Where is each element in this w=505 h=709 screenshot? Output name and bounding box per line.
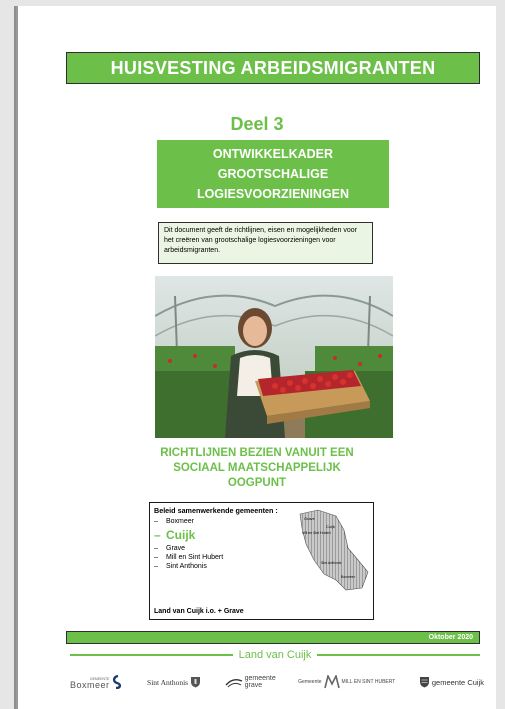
- sint-anthonis-logo: Sint Anthonis: [147, 676, 201, 688]
- municipalities-box: Beleid samenwerkende gemeenten : – Boxmee…: [149, 502, 374, 620]
- grave-emblem-icon: [225, 678, 242, 688]
- document-page: HUISVESTING ARBEIDSMIGRANTEN Deel 3 ONTW…: [18, 6, 496, 709]
- mill-emblem-icon: [323, 675, 340, 689]
- divider-line: [317, 654, 480, 656]
- map-label: Cuijk: [326, 524, 335, 529]
- mill-sint-hubert-logo: Gemeente MILL EN SINT HUBERT: [298, 675, 395, 689]
- greenhouse-worker-image: [155, 276, 393, 438]
- cuijk-logo: gemeente Cuijk: [419, 676, 484, 688]
- subtitle-box: ONTWIKKELKADER GROOTSCHALIGE LOGIESVOORZ…: [157, 140, 389, 208]
- document-title: HUISVESTING ARBEIDSMIGRANTEN: [66, 52, 480, 84]
- date-bar: Oktober 2020: [66, 631, 480, 644]
- shield-icon: [191, 677, 201, 688]
- divider-line: [70, 654, 233, 656]
- map-label: Mill en Sint Hubert: [302, 531, 331, 535]
- map-label: Grave: [304, 516, 316, 521]
- intro-text: Dit document geeft de richtlijnen, eisen…: [158, 222, 373, 264]
- municipality-logos: GEMEENTE Boxmeer Sint Anthonis gemeente …: [70, 670, 484, 694]
- guidelines-line: RICHTLIJNEN BEZIEN VANUIT EEN: [160, 447, 354, 459]
- map-label: Sint Anthonis: [321, 561, 342, 565]
- region-map: Grave Cuijk Mill en Sint Hubert Sint Ant…: [299, 509, 369, 591]
- boxmeer-logo: GEMEENTE Boxmeer: [70, 675, 124, 690]
- grave-logo: gemeente grave: [225, 675, 276, 689]
- guidelines-line: OOGPUNT: [227, 477, 287, 489]
- municipalities-footer: Land van Cuijk i.o. + Grave: [154, 608, 244, 615]
- cuijk-crest-icon: [419, 677, 429, 688]
- guidelines-line: SOCIAAL MAATSCHAPPELIJK: [173, 462, 341, 474]
- subtitle-line: ONTWIKKELKADER: [212, 147, 334, 161]
- part-heading: Deel 3: [230, 114, 284, 134]
- subtitle-line: GROOTSCHALIGE: [217, 167, 329, 181]
- region-name: Land van Cuijk: [238, 649, 312, 661]
- map-label: Boxmeer: [341, 575, 356, 579]
- region-divider: Land van Cuijk: [70, 647, 480, 663]
- guidelines-heading: RICHTLIJNEN BEZIEN VANUIT EEN SOCIAAL MA…: [18, 446, 496, 491]
- boxmeer-emblem-icon: [112, 675, 121, 689]
- subtitle-line: LOGIESVOORZIENINGEN: [196, 187, 350, 201]
- cover-photo: [155, 276, 393, 438]
